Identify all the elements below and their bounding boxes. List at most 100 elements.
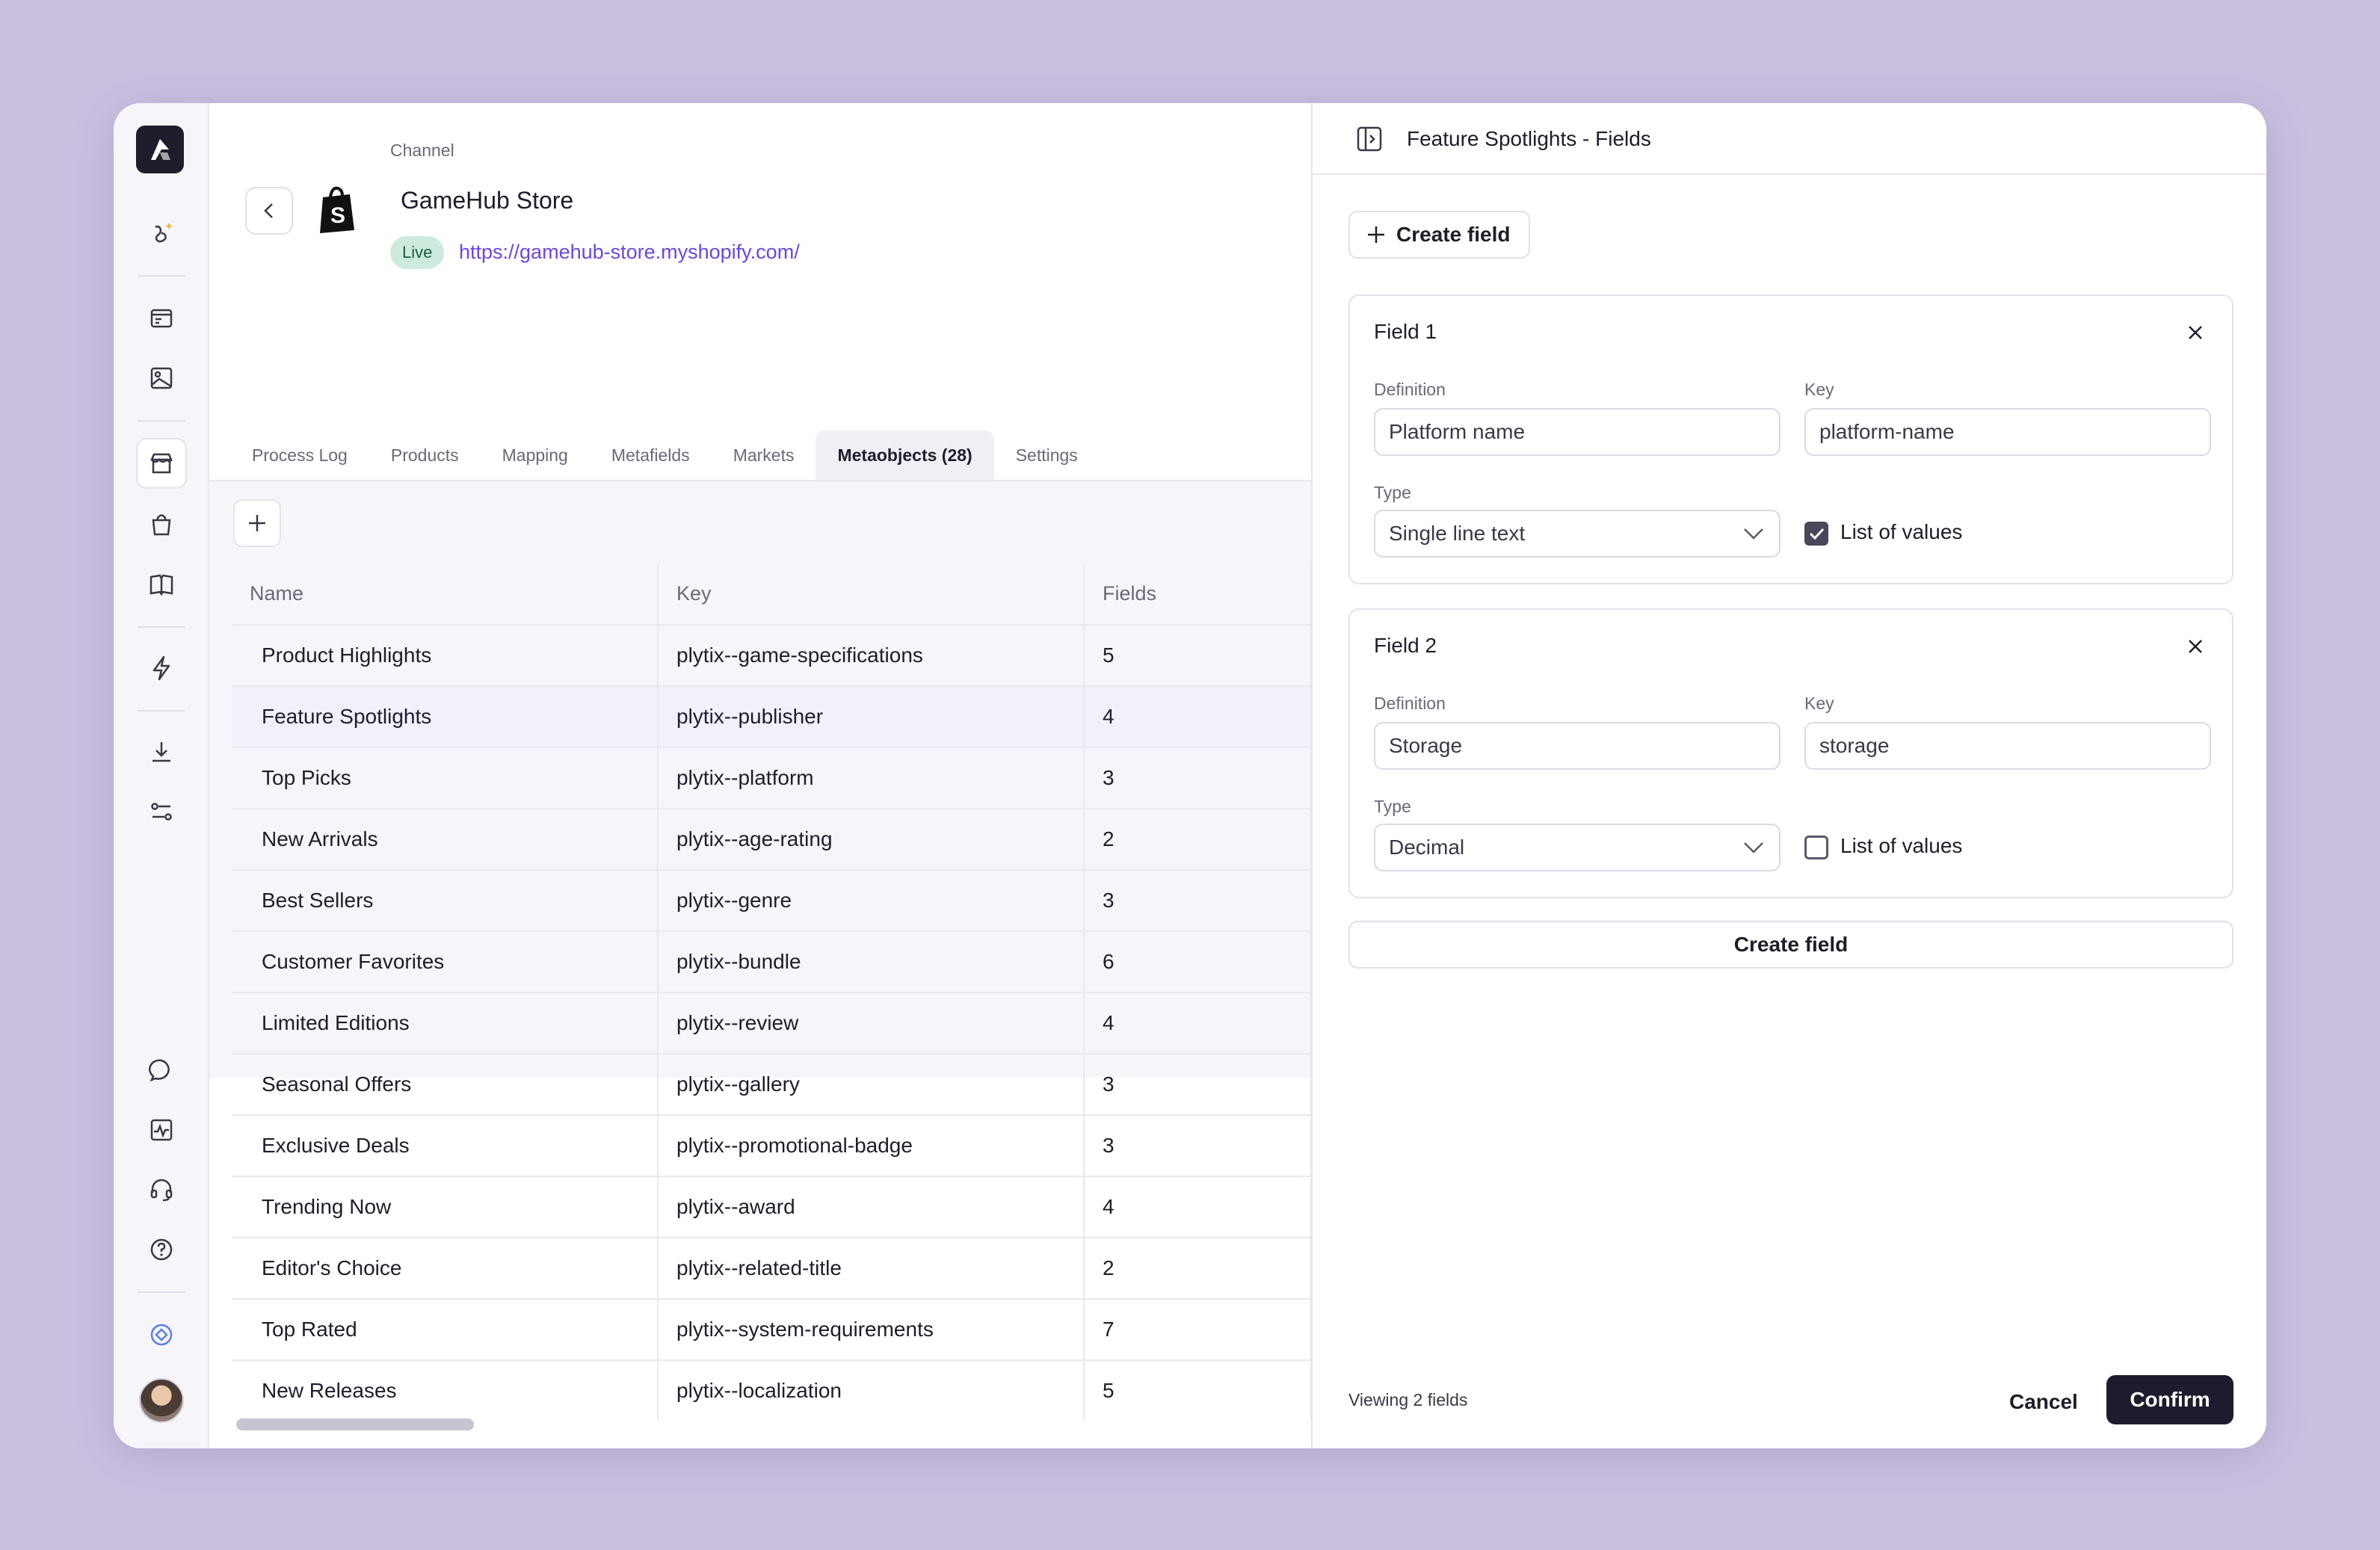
cell-name: Editor's Choice — [232, 1238, 659, 1300]
tab-process-log[interactable]: Process Log — [230, 430, 369, 480]
definition-label: Definition — [1374, 694, 1446, 713]
sliders-icon[interactable] — [136, 786, 187, 837]
table-row[interactable]: Editor's Choice plytix--related-title 2 — [232, 1238, 1311, 1300]
cell-name: Exclusive Deals — [232, 1115, 659, 1177]
key-input[interactable]: platform-name — [1804, 408, 2211, 456]
logo-icon[interactable] — [136, 126, 184, 173]
cell-key: plytix--promotional-badge — [658, 1115, 1085, 1177]
cell-name: Product Highlights — [232, 625, 659, 687]
cell-key: plytix--review — [658, 992, 1085, 1055]
definition-input[interactable]: Platform name — [1374, 408, 1781, 456]
definition-input[interactable]: Storage — [1374, 722, 1781, 770]
tab-mapping[interactable]: Mapping — [481, 430, 590, 480]
table-row[interactable]: Top Picks plytix--platform 3 — [232, 747, 1311, 809]
list-of-values-checkbox[interactable] — [1804, 522, 1828, 546]
panel-title: Feature Spotlights - Fields — [1407, 127, 1651, 150]
cell-name: Best Sellers — [232, 870, 659, 932]
chevron-down-icon — [1744, 842, 1763, 853]
table-row[interactable]: Feature Spotlights plytix--publisher 4 — [232, 686, 1311, 748]
sidebar-toggle-icon[interactable] — [1356, 126, 1383, 152]
cell-key: plytix--platform — [658, 747, 1085, 809]
close-icon[interactable] — [2186, 323, 2205, 342]
table-row[interactable]: Customer Favorites plytix--bundle 6 — [232, 931, 1311, 993]
definition-label: Definition — [1374, 380, 1446, 399]
catalog-icon[interactable] — [136, 293, 187, 344]
tab-settings[interactable]: Settings — [994, 430, 1100, 480]
tab-markets[interactable]: Markets — [712, 430, 816, 480]
diamond-icon[interactable] — [136, 1309, 187, 1360]
ai-icon[interactable] — [136, 208, 187, 259]
cell-fields: 7 — [1084, 1299, 1311, 1361]
type-select-value: Single line text — [1389, 522, 1526, 545]
field-title: Field 2 — [1374, 634, 1437, 657]
horizontal-scrollbar[interactable] — [236, 1418, 474, 1430]
table-row[interactable]: New Arrivals plytix--age-rating 2 — [232, 809, 1311, 871]
cell-name: Limited Editions — [232, 992, 659, 1055]
footer-status: Viewing 2 fields — [1348, 1390, 1468, 1409]
cell-key: plytix--game-specifications — [658, 625, 1085, 687]
table-row[interactable]: Trending Now plytix--award 4 — [232, 1176, 1311, 1238]
table-row[interactable]: Exclusive Deals plytix--promotional-badge… — [232, 1115, 1311, 1177]
download-icon[interactable] — [136, 726, 187, 777]
column-header-key[interactable]: Key — [658, 564, 1085, 626]
tab-bar: Process Log Products Mapping Metafields … — [230, 430, 1100, 480]
confirm-button[interactable]: Confirm — [2106, 1375, 2233, 1424]
cell-fields: 3 — [1084, 1115, 1311, 1177]
back-button[interactable] — [245, 187, 293, 235]
store-icon[interactable] — [136, 438, 187, 489]
activity-icon[interactable] — [136, 1105, 187, 1155]
list-of-values-checkbox[interactable] — [1804, 836, 1828, 859]
store-url-link[interactable]: https://gamehub-store.myshopify.com/ — [459, 241, 800, 264]
table-row[interactable]: Top Rated plytix--system-requirements 7 — [232, 1299, 1311, 1361]
cell-key: plytix--bundle — [658, 931, 1085, 993]
tab-metafields[interactable]: Metafields — [590, 430, 712, 480]
cell-key: plytix--related-title — [658, 1238, 1085, 1300]
table-row[interactable]: Product Highlights plytix--game-specifica… — [232, 625, 1311, 687]
list-of-values-label: List of values — [1840, 834, 1963, 857]
tab-metaobjects[interactable]: Metaobjects (28) — [816, 430, 994, 480]
table-header-row: Name Key Fields — [232, 564, 1311, 626]
table-row[interactable]: Seasonal Offers plytix--gallery 3 — [232, 1054, 1311, 1116]
book-icon[interactable] — [136, 559, 187, 610]
field-title: Field 1 — [1374, 320, 1437, 343]
headset-icon[interactable] — [136, 1164, 187, 1215]
cell-fields: 3 — [1084, 870, 1311, 932]
fields-panel: Feature Spotlights - Fields Create field… — [1311, 103, 2266, 1448]
cell-name: New Arrivals — [232, 809, 659, 871]
chevron-down-icon — [1744, 528, 1763, 540]
cell-fields: 4 — [1084, 1176, 1311, 1238]
key-label: Key — [1804, 694, 1834, 713]
table-row[interactable]: Limited Editions plytix--review 4 — [232, 992, 1311, 1055]
cell-fields: 3 — [1084, 1054, 1311, 1116]
add-metaobject-button[interactable] — [233, 499, 281, 547]
table-row[interactable]: New Releases plytix--localization 5 — [232, 1360, 1311, 1422]
column-header-fields[interactable]: Fields — [1084, 564, 1311, 626]
image-icon[interactable] — [136, 353, 187, 404]
cell-name: Top Rated — [232, 1299, 659, 1361]
cell-fields: 2 — [1084, 1238, 1311, 1300]
close-icon[interactable] — [2186, 637, 2205, 656]
key-input[interactable]: storage — [1804, 722, 2211, 770]
store-title: GameHub Store — [401, 187, 574, 214]
channel-label: Channel — [390, 141, 454, 160]
avatar[interactable] — [139, 1378, 184, 1423]
type-select[interactable]: Single line text — [1374, 510, 1781, 558]
cell-name: Trending Now — [232, 1176, 659, 1238]
bag-icon[interactable] — [136, 499, 187, 550]
column-header-name[interactable]: Name — [232, 564, 659, 626]
cancel-button[interactable]: Cancel — [1994, 1378, 2093, 1426]
table-row[interactable]: Best Sellers plytix--genre 3 — [232, 870, 1311, 932]
cell-fields: 5 — [1084, 1360, 1311, 1422]
table-body: Product Highlights plytix--game-specifica… — [232, 625, 1311, 1448]
svg-text:S: S — [330, 203, 345, 228]
field-card-2: Field 2 Definition Key Storage storage T… — [1348, 608, 2233, 898]
type-select[interactable]: Decimal — [1374, 824, 1781, 871]
type-label: Type — [1374, 797, 1411, 816]
tab-products[interactable]: Products — [369, 430, 481, 480]
create-field-label: Create field — [1396, 223, 1511, 246]
help-icon[interactable] — [136, 1224, 187, 1275]
chat-icon[interactable] — [136, 1045, 187, 1096]
create-field-button[interactable]: Create field — [1348, 211, 1530, 259]
create-field-bottom-button[interactable]: Create field — [1348, 921, 2233, 969]
bolt-icon[interactable] — [136, 643, 187, 694]
